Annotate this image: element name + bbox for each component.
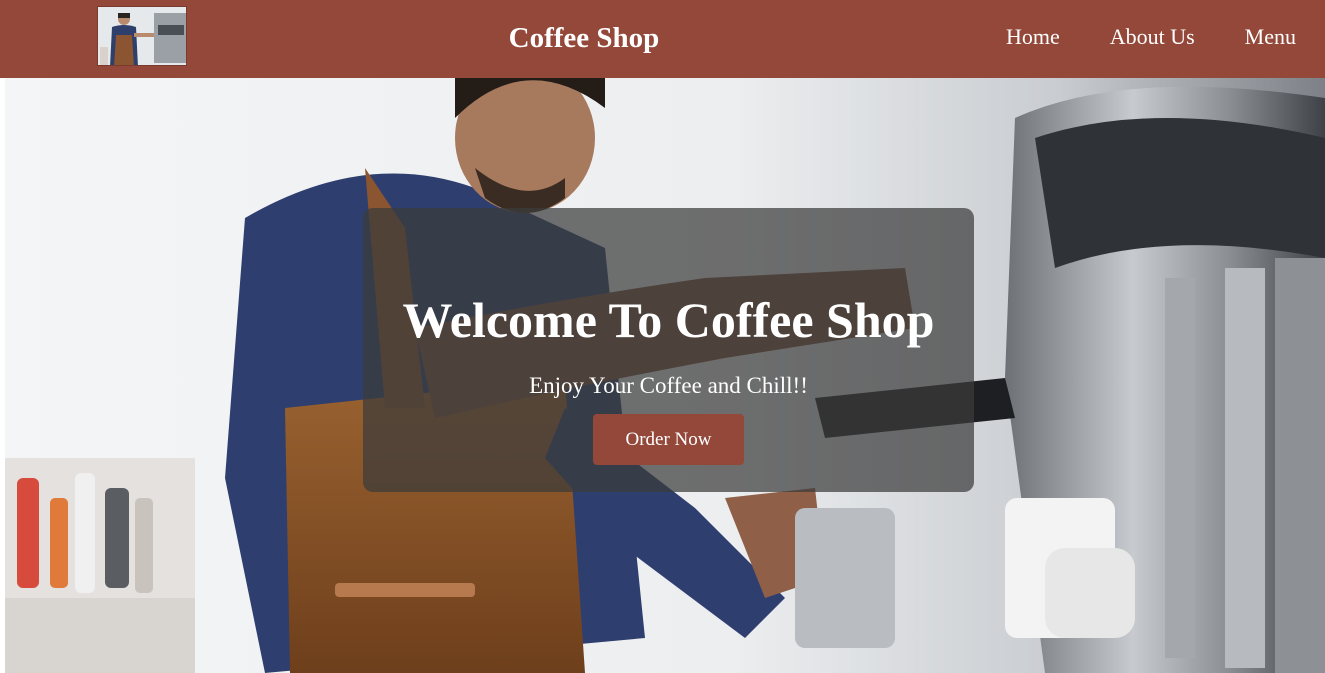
hero-tagline: Enjoy Your Coffee and Chill!! (529, 373, 808, 398)
hero-heading: Welcome To Coffee Shop (402, 292, 935, 348)
nav-link-menu[interactable]: Menu (1245, 22, 1296, 52)
nav-link-about-us[interactable]: About Us (1110, 22, 1195, 52)
order-now-button[interactable]: Order Now (593, 414, 744, 465)
hero-overlay-box: Welcome To Coffee Shop Enjoy Your Coffee… (363, 208, 974, 492)
nav-link-home[interactable]: Home (1006, 22, 1060, 52)
site-title: Coffee Shop (508, 22, 660, 54)
nav-links: Home About Us Menu (1006, 22, 1296, 52)
hero-section: Welcome To Coffee Shop Enjoy Your Coffee… (5, 78, 1325, 673)
top-navbar: Coffee Shop Home About Us Menu (0, 0, 1325, 78)
